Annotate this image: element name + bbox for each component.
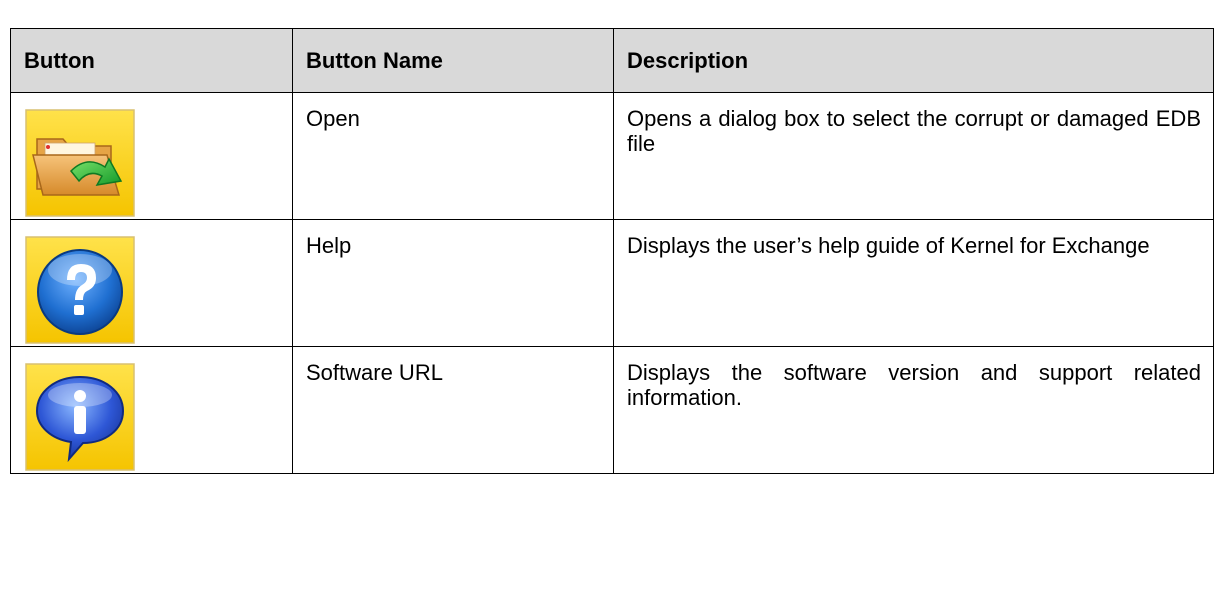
button-reference-table: Button Button Name Description Open Open… (10, 28, 1214, 474)
button-name-help: Help (306, 233, 352, 258)
table-row: Help Displays the user’s help guide of K… (10, 219, 1214, 347)
table-row: Software URL Displays the software versi… (10, 346, 1214, 474)
button-name-open: Open (306, 106, 360, 131)
button-name-cell: Help (292, 219, 614, 347)
button-name-cell: Open (292, 92, 614, 220)
description-software-url: Displays the software version and suppor… (627, 360, 1201, 410)
table-header-row: Button Button Name Description (10, 28, 1214, 93)
icon-cell (10, 219, 293, 347)
icon-cell (10, 346, 293, 474)
table-row: Open Opens a dialog box to select the co… (10, 92, 1214, 220)
header-button-name: Button Name (292, 28, 614, 93)
button-name-software-url: Software URL (306, 360, 443, 385)
info-speech-icon (25, 363, 135, 471)
header-description: Description (613, 28, 1214, 93)
help-question-icon (25, 236, 135, 344)
button-name-cell: Software URL (292, 346, 614, 474)
description-cell: Opens a dialog box to select the corrupt… (613, 92, 1214, 220)
description-help: Displays the user’s help guide of Kernel… (627, 233, 1150, 258)
description-cell: Displays the user’s help guide of Kernel… (613, 219, 1214, 347)
description-cell: Displays the software version and suppor… (613, 346, 1214, 474)
open-folder-icon (25, 109, 135, 217)
header-button: Button (10, 28, 293, 93)
description-open: Opens a dialog box to select the corrupt… (627, 106, 1201, 156)
icon-cell (10, 92, 293, 220)
